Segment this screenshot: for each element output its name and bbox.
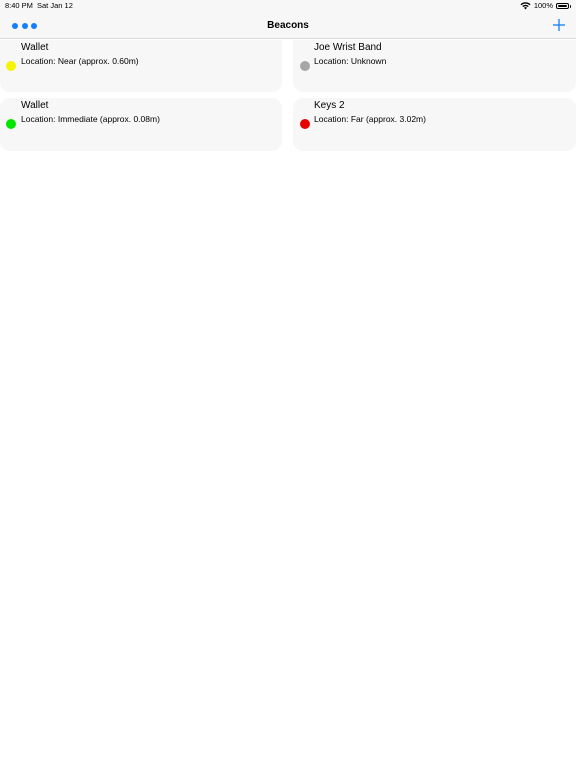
status-dot-icon [6, 61, 16, 71]
beacon-location: Location: Unknown [314, 56, 387, 66]
battery-icon [556, 3, 571, 9]
status-time: 8:40 PM [5, 1, 33, 10]
status-bar: 8:40 PM Sat Jan 12 100% [0, 0, 576, 12]
beacon-location: Location: Near (approx. 0.60m) [21, 56, 139, 66]
page-title: Beacons [267, 20, 309, 31]
beacon-card[interactable]: Wallet Location: Immediate (approx. 0.08… [0, 98, 282, 151]
beacon-card[interactable]: Wallet Location: Near (approx. 0.60m) [0, 40, 282, 92]
beacon-name: Wallet [21, 42, 49, 53]
status-dot-icon [6, 119, 16, 129]
navigation-bar: Beacons [0, 12, 576, 39]
beacon-name: Keys 2 [314, 100, 345, 111]
beacon-name: Joe Wrist Band [314, 42, 382, 53]
status-dot-icon [300, 61, 310, 71]
status-date: Sat Jan 12 [37, 1, 73, 10]
beacon-card[interactable]: Keys 2 Location: Far (approx. 3.02m) [293, 98, 576, 151]
beacon-location: Location: Far (approx. 3.02m) [314, 114, 426, 124]
status-indicators: 100% [520, 0, 571, 12]
add-icon [553, 19, 565, 31]
status-dot-icon [300, 119, 310, 129]
battery-percent: 100% [533, 1, 553, 10]
beacon-location: Location: Immediate (approx. 0.08m) [21, 114, 160, 124]
beacon-card[interactable]: Joe Wrist Band Location: Unknown [293, 40, 576, 92]
add-button[interactable] [552, 18, 566, 32]
wifi-icon [520, 2, 531, 10]
beacon-name: Wallet [21, 100, 49, 111]
